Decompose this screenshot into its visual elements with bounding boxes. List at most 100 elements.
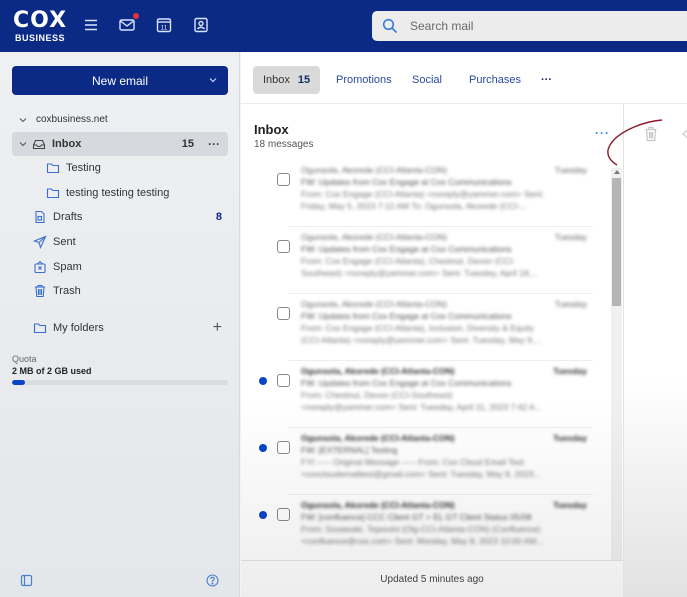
- quota-bar-fill: [12, 380, 25, 385]
- chevron-down-icon: [19, 117, 27, 122]
- cox-business-logo[interactable]: COX BUSINESS: [13, 10, 67, 43]
- select-checkbox[interactable]: [277, 240, 290, 253]
- sidebar-item-testing[interactable]: Testing: [46, 156, 228, 180]
- folder-label: Drafts: [53, 211, 83, 223]
- preview-line: <confluence@cox.com> Sent: Monday, May 8…: [301, 536, 544, 546]
- message-row[interactable]: Ogunsola, Akorede (CCI-Atlanta-CON) Tuesd…: [241, 294, 593, 361]
- update-status: Updated 5 minutes ago: [241, 560, 623, 597]
- scroll-up-arrow[interactable]: [614, 170, 620, 174]
- search-input[interactable]: [410, 19, 660, 33]
- message-content: Ogunsola, Akorede (CCI-Atlanta-CON) Tuesd…: [301, 365, 587, 413]
- sender: Ogunsola, Akorede (CCI-Atlanta-CON): [301, 165, 447, 175]
- sidebar-item-trash[interactable]: Trash: [33, 279, 228, 303]
- subject: FW: Updates from Cox Engage at Cox Commu…: [301, 244, 512, 254]
- sidebar-item-inbox[interactable]: Inbox 15 ···: [12, 132, 228, 156]
- category-tabs: Inbox 15 Promotions Social Purchases ···: [241, 52, 687, 104]
- list-options-button[interactable]: ···: [595, 126, 610, 140]
- folder-label: Sent: [53, 236, 76, 248]
- menu-icon[interactable]: [82, 16, 100, 34]
- my-folders-label: My folders: [53, 322, 104, 334]
- drafts-icon: [33, 210, 47, 224]
- list-title: Inbox: [254, 122, 289, 137]
- search-box[interactable]: [372, 11, 687, 41]
- tab-label: Social: [412, 74, 442, 86]
- contacts-icon[interactable]: [192, 16, 210, 34]
- folder-label: Testing: [66, 162, 101, 174]
- mail-icon[interactable]: [118, 13, 139, 34]
- add-folder-button[interactable]: +: [213, 319, 222, 337]
- tab-promotions[interactable]: Promotions: [336, 66, 392, 94]
- date: Tuesday: [554, 232, 587, 242]
- tab-more[interactable]: ···: [541, 66, 552, 94]
- drafts-count: 8: [215, 211, 222, 223]
- calendar-icon[interactable]: 11: [155, 16, 173, 34]
- select-checkbox[interactable]: [277, 441, 290, 454]
- preview-line: <noreply@yammer.com> Sent: Tuesday, Apri…: [301, 402, 542, 412]
- sidebar-item-drafts[interactable]: Drafts 8: [33, 205, 228, 229]
- collapse-sidebar-icon[interactable]: [20, 574, 33, 587]
- folder-label: testing testing testing: [66, 187, 170, 199]
- spam-icon: [33, 260, 47, 274]
- folder-label: Spam: [53, 261, 82, 273]
- scrollbar[interactable]: [611, 168, 622, 568]
- tab-purchases[interactable]: Purchases: [469, 66, 521, 94]
- preview-line: Friday, May 5, 2023 7:12 AM To: Ogunsola…: [301, 201, 527, 211]
- sidebar-item-sent[interactable]: Sent: [33, 230, 228, 254]
- more-options-icon[interactable]: ···: [208, 137, 220, 151]
- folder-icon: [33, 321, 47, 335]
- preview-line: (CCI-Atlanta) <noreply@yammer.com> Sent:…: [301, 335, 542, 345]
- chevron-down-icon[interactable]: [208, 75, 218, 85]
- quota-label: Quota: [12, 354, 37, 364]
- select-checkbox[interactable]: [277, 173, 290, 186]
- message-row[interactable]: Ogunsola, Akorede (CCI-Atlanta-CON) Tuesd…: [241, 160, 593, 227]
- subject: FW: [confluence] CCC Client GT > EL GT C…: [301, 512, 532, 522]
- date: Tuesday: [553, 366, 587, 376]
- subject: FW: Updates from Cox Engage at Cox Commu…: [301, 311, 512, 321]
- help-icon[interactable]: [206, 574, 219, 587]
- select-checkbox[interactable]: [277, 374, 290, 387]
- message-row[interactable]: Ogunsola, Akorede (CCI-Atlanta-CON) Tuesd…: [241, 361, 593, 428]
- tab-social[interactable]: Social: [412, 66, 442, 94]
- date: Tuesday: [554, 299, 587, 309]
- delete-button[interactable]: [644, 126, 658, 142]
- select-checkbox[interactable]: [277, 307, 290, 320]
- new-email-button[interactable]: New email: [12, 66, 228, 95]
- date: Tuesday: [553, 433, 587, 443]
- sent-icon: [33, 235, 47, 249]
- sender: Ogunsola, Akorede (CCI-Atlanta-CON): [301, 232, 447, 242]
- unread-indicator: [259, 511, 267, 519]
- svg-text:11: 11: [161, 25, 168, 32]
- reading-pane: [623, 104, 687, 597]
- message-list-pane: Inbox 18 messages ··· Ogunsola, Akorede …: [241, 104, 623, 597]
- select-checkbox[interactable]: [277, 508, 290, 521]
- preview-line: FYI ----- Original Message ----- From: C…: [301, 457, 524, 467]
- sender: Ogunsola, Akorede (CCI-Atlanta-CON): [301, 366, 455, 376]
- message-row[interactable]: Ogunsola, Akorede (CCI-Atlanta-CON) Tuesd…: [241, 428, 593, 495]
- sidebar-item-spam[interactable]: Spam: [33, 255, 228, 279]
- tab-inbox[interactable]: Inbox 15: [253, 66, 321, 94]
- my-folders-header[interactable]: My folders +: [33, 316, 228, 340]
- chevron-down-icon[interactable]: [18, 139, 28, 149]
- subject: FW: [EXTERNAL] Testing: [301, 445, 398, 455]
- top-bar: COX BUSINESS 11: [0, 0, 687, 52]
- trash-icon: [33, 284, 47, 298]
- folder-icon: [46, 161, 60, 175]
- scrollbar-thumb[interactable]: [612, 178, 621, 306]
- message-row[interactable]: Ogunsola, Akorede (CCI-Atlanta-CON) Tuesd…: [241, 227, 593, 294]
- sender: Ogunsola, Akorede (CCI-Atlanta-CON): [301, 299, 447, 309]
- folder-label: Inbox: [52, 138, 82, 150]
- preview-line: <coxcloudemailtest@gmail.com> Sent: Tues…: [301, 469, 541, 479]
- more-icon: ···: [541, 74, 552, 86]
- tab-label: Inbox: [263, 74, 290, 86]
- preview-line: From: Cox Engage (CCI-Atlanta), Inclusio…: [301, 323, 534, 333]
- message-content: Ogunsola, Akorede (CCI-Atlanta-CON) Tuesd…: [301, 499, 587, 547]
- chevron-left-icon[interactable]: [682, 129, 687, 139]
- message-content: Ogunsola, Akorede (CCI-Atlanta-CON) Tuesd…: [301, 298, 587, 346]
- trash-icon: [645, 126, 657, 142]
- logo-main: COX: [13, 8, 68, 33]
- date: Tuesday: [553, 500, 587, 510]
- tab-label: Promotions: [336, 74, 392, 86]
- sidebar-item-testing-testing-testing[interactable]: testing testing testing: [46, 181, 228, 205]
- message-row[interactable]: Ogunsola, Akorede (CCI-Atlanta-CON) Tuesd…: [241, 495, 593, 562]
- account-header[interactable]: coxbusiness.net: [18, 114, 108, 125]
